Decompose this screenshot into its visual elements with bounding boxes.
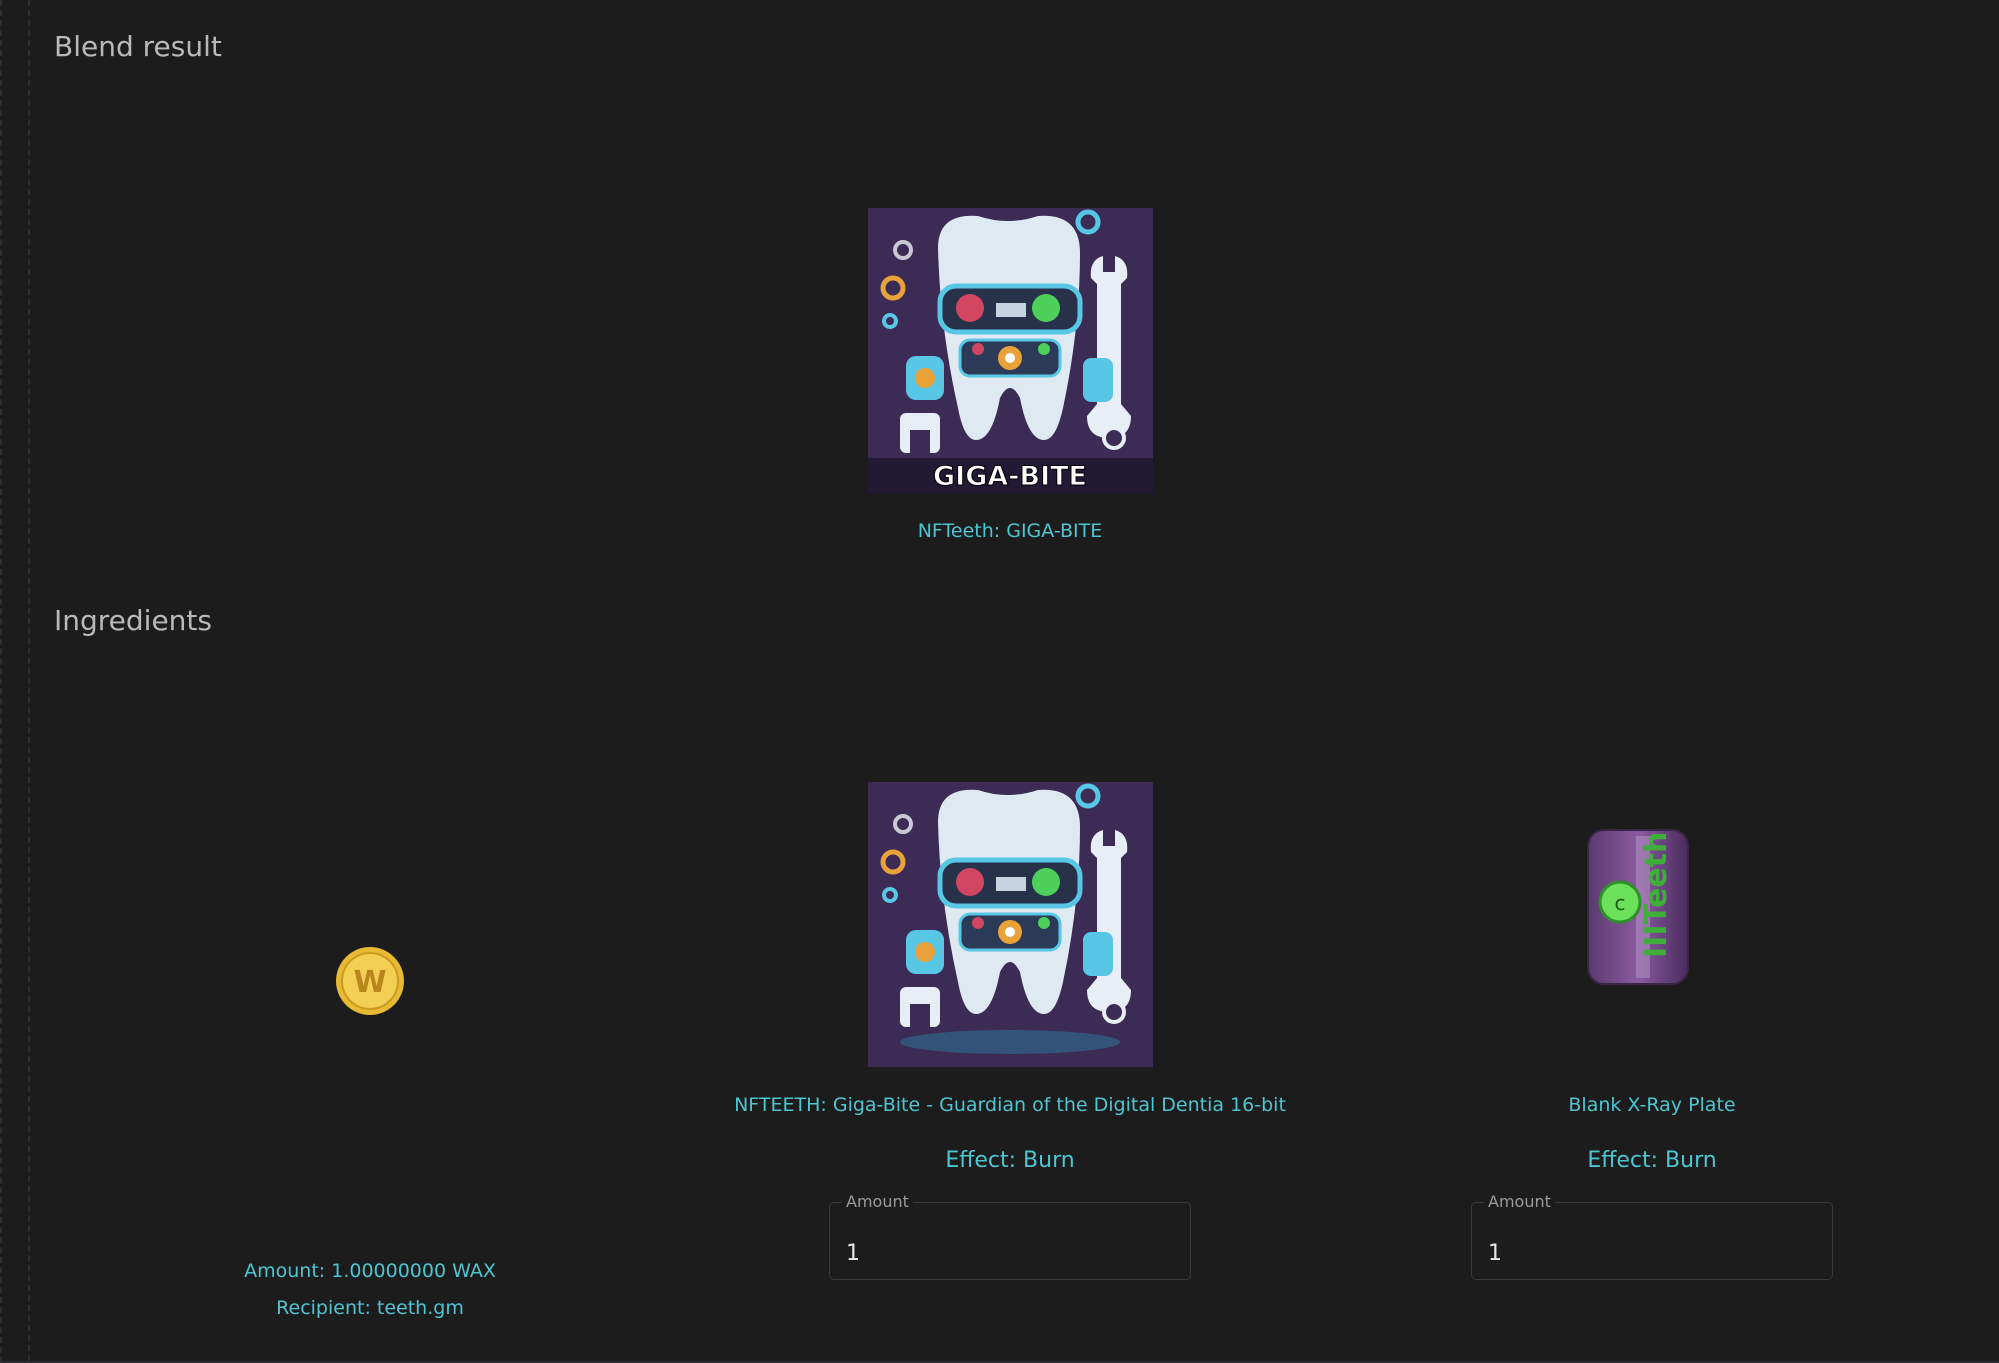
blend-result-image-label: GIGA-BITE: [933, 461, 1087, 492]
token-amount: Amount: 1.00000000 WAX: [244, 1260, 496, 1282]
blend-result-name: NFTeeth: GIGA-BITE: [917, 520, 1103, 542]
ingredient-1-amount-input[interactable]: [830, 1203, 1190, 1279]
ingredient-2-amount-field[interactable]: Amount: [1471, 1192, 1833, 1280]
ingredient-1-effect: Effect: Burn: [945, 1148, 1075, 1173]
ingredient-2-amount-input[interactable]: [1472, 1203, 1832, 1279]
wax-coin-icon: W: [335, 946, 405, 1016]
ingredient-2-effect: Effect: Burn: [1587, 1148, 1717, 1173]
blend-result-title: Blend result: [54, 30, 222, 63]
blend-result-image[interactable]: GIGA-BITE: [868, 208, 1153, 493]
ingredient-1-amount-field[interactable]: Amount: [829, 1192, 1191, 1280]
svg-text:c: c: [1615, 891, 1626, 915]
token-recipient: Recipient: teeth.gm: [276, 1297, 464, 1319]
ingredient-1-name: NFTEETH: Giga-Bite - Guardian of the Dig…: [734, 1094, 1286, 1116]
wax-coin-letter: W: [353, 965, 386, 1000]
ingredient-nft-image[interactable]: [868, 782, 1153, 1067]
ingredient-2-name: Blank X-Ray Plate: [1568, 1094, 1736, 1116]
xray-plate-image[interactable]: c IIITeeth: [1586, 828, 1690, 986]
ingredients-title: Ingredients: [54, 604, 212, 637]
xray-plate-text: IIITeeth: [1639, 832, 1674, 958]
